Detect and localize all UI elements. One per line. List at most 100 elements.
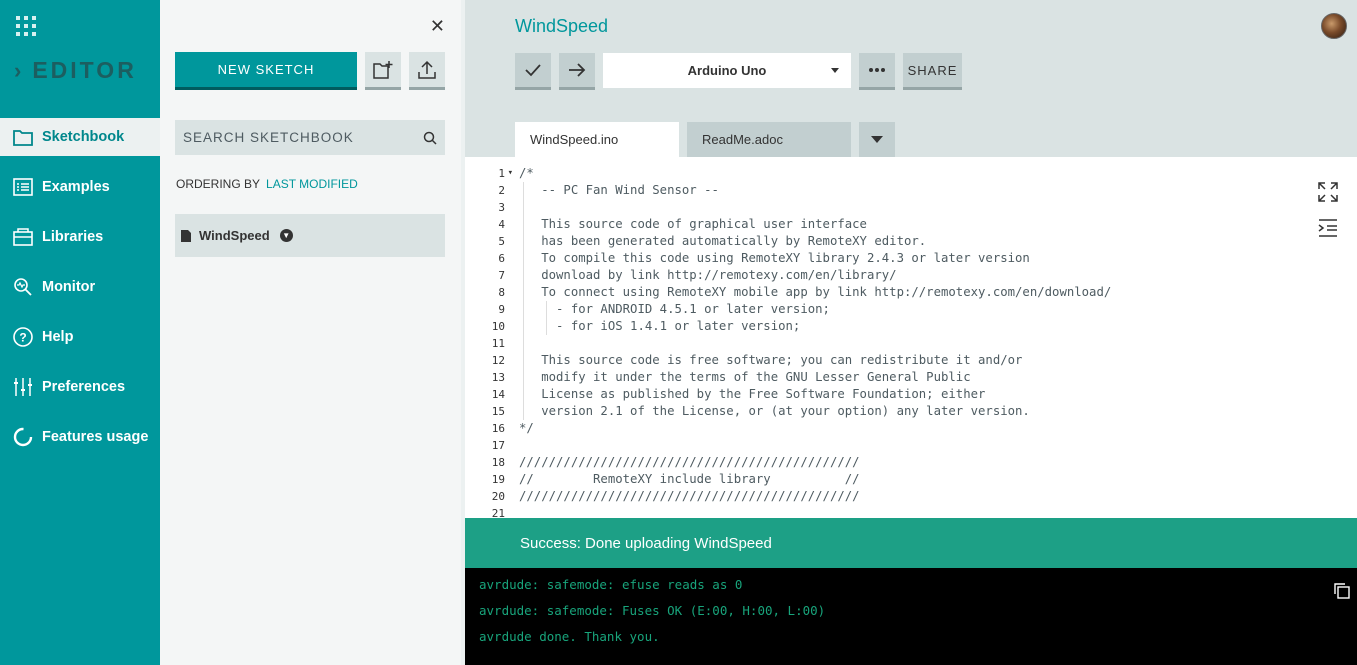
line-number-gutter: 123456789101112131415161718192021 xyxy=(465,165,515,518)
search-icon[interactable] xyxy=(423,131,437,145)
code-line: version 2.1 of the License, or (at your … xyxy=(519,404,1030,418)
code-line: To connect using RemoteXY mobile app by … xyxy=(519,285,1112,299)
line-number: 17 xyxy=(491,439,505,452)
tabs-menu-button[interactable] xyxy=(859,122,895,157)
nav-item-preferences[interactable]: Preferences xyxy=(0,368,160,406)
line-number: 1 xyxy=(465,165,515,182)
share-button[interactable]: SHARE xyxy=(903,53,962,90)
new-folder-button[interactable] xyxy=(365,52,401,90)
ordering-control: ORDERING BY LAST MODIFIED xyxy=(176,177,358,191)
line-number: 20 xyxy=(491,490,505,503)
editor-main: WindSpeed Arduino Uno SHARE WindSpeed.in… xyxy=(465,0,1357,665)
code-line: This source code is free software; you c… xyxy=(519,353,1023,367)
line-number: 4 xyxy=(498,218,505,231)
board-select-value: Arduino Uno xyxy=(687,63,767,78)
status-message: Success: Done uploading WindSpeed xyxy=(520,534,772,552)
code-line: - for ANDROID 4.5.1 or later version; xyxy=(519,302,830,316)
nav-item-label: Libraries xyxy=(42,229,104,245)
nav-item-label: Preferences xyxy=(42,379,126,395)
editor-brand: › EDITOR xyxy=(14,57,137,84)
status-bar: Success: Done uploading WindSpeed xyxy=(465,518,1357,568)
help-icon: ? xyxy=(12,326,34,348)
line-number: 12 xyxy=(491,354,505,367)
verify-button[interactable] xyxy=(515,53,551,90)
line-number: 8 xyxy=(498,286,505,299)
monitor-icon xyxy=(12,276,34,298)
line-number: 19 xyxy=(491,473,505,486)
line-number: 2 xyxy=(498,184,505,197)
nav-item-label: Examples xyxy=(42,179,110,195)
console-line: avrdude done. Thank you. xyxy=(479,629,660,644)
nav-item-monitor[interactable]: Monitor xyxy=(0,268,160,306)
new-sketch-button[interactable]: NEW SKETCH xyxy=(175,52,357,90)
nav-item-examples[interactable]: Examples xyxy=(0,168,160,206)
apps-grid-icon[interactable] xyxy=(16,16,36,36)
code-line: */ xyxy=(519,421,534,435)
line-number: 21 xyxy=(491,507,505,518)
search-input[interactable] xyxy=(183,130,423,145)
svg-text:?: ? xyxy=(19,331,26,345)
nav-item-label: Sketchbook xyxy=(42,129,125,145)
line-number: 11 xyxy=(491,337,505,350)
file-icon xyxy=(181,229,191,242)
indent-icon[interactable] xyxy=(1317,217,1339,239)
search-sketchbook-field[interactable] xyxy=(175,120,445,155)
line-number: 14 xyxy=(491,388,505,401)
tab-readme-adoc[interactable]: ReadMe.adoc xyxy=(687,122,851,157)
arrow-right-icon xyxy=(569,63,586,77)
line-number: 7 xyxy=(498,269,505,282)
line-number: 5 xyxy=(498,235,505,248)
avatar[interactable] xyxy=(1321,13,1347,39)
ordering-value-link[interactable]: LAST MODIFIED xyxy=(266,177,358,191)
upload-sketch-button[interactable] xyxy=(559,53,595,90)
code-line: License as published by the Free Softwar… xyxy=(519,387,986,401)
more-options-button[interactable] xyxy=(859,53,895,90)
nav-item-label: Help xyxy=(42,329,74,345)
board-select[interactable]: Arduino Uno xyxy=(603,53,851,88)
line-number: 18 xyxy=(491,456,505,469)
code-line: download by link http://remotexy.com/en/… xyxy=(519,268,897,282)
nav-item-features-usage[interactable]: Features usage xyxy=(0,418,160,456)
upload-button[interactable] xyxy=(409,52,445,90)
code-line: -- PC Fan Wind Sensor -- xyxy=(519,183,719,197)
line-number: 6 xyxy=(498,252,505,265)
tab-windspeed-ino[interactable]: WindSpeed.ino xyxy=(515,122,679,157)
code-line: - for iOS 1.4.1 or later version; xyxy=(519,319,801,333)
code-line: ////////////////////////////////////////… xyxy=(519,489,860,503)
chevron-right-icon: › xyxy=(14,57,25,83)
ellipsis-icon xyxy=(869,68,885,72)
close-icon[interactable]: ✕ xyxy=(430,16,445,37)
code-line: // RemoteXY include library // xyxy=(519,472,860,486)
brand-label: EDITOR xyxy=(32,57,137,83)
new-folder-icon xyxy=(373,60,393,79)
line-number: 10 xyxy=(491,320,505,333)
nav-item-help[interactable]: ? Help xyxy=(0,318,160,356)
nav-item-libraries[interactable]: Libraries xyxy=(0,218,160,256)
library-icon xyxy=(12,226,34,248)
line-number: 3 xyxy=(498,201,505,214)
nav-item-label: Features usage xyxy=(42,429,149,445)
checkmark-icon xyxy=(525,64,541,77)
main-nav: › EDITOR Sketchbook Examples Libraries M… xyxy=(0,0,160,665)
dropdown-arrow-icon xyxy=(831,68,839,73)
line-number: 13 xyxy=(491,371,505,384)
nav-item-sketchbook[interactable]: Sketchbook xyxy=(0,118,160,156)
copy-icon[interactable] xyxy=(1333,582,1351,600)
chevron-down-icon xyxy=(871,136,883,143)
console-output: avrdude: safemode: efuse reads as 0 avrd… xyxy=(465,568,1357,665)
sketch-list-item[interactable]: WindSpeed ▼ xyxy=(175,214,445,257)
code-line: ////////////////////////////////////////… xyxy=(519,455,860,469)
line-number: 15 xyxy=(491,405,505,418)
code-content[interactable]: /* -- PC Fan Wind Sensor -- This source … xyxy=(519,165,1111,518)
ordering-label: ORDERING BY xyxy=(176,177,261,191)
sketch-title: WindSpeed xyxy=(515,16,609,36)
usage-icon xyxy=(12,426,34,448)
chevron-down-icon[interactable]: ▼ xyxy=(279,229,293,242)
code-line: /* xyxy=(519,166,534,180)
fullscreen-icon[interactable] xyxy=(1317,181,1339,203)
code-editor[interactable]: 123456789101112131415161718192021 /* -- … xyxy=(465,157,1357,518)
